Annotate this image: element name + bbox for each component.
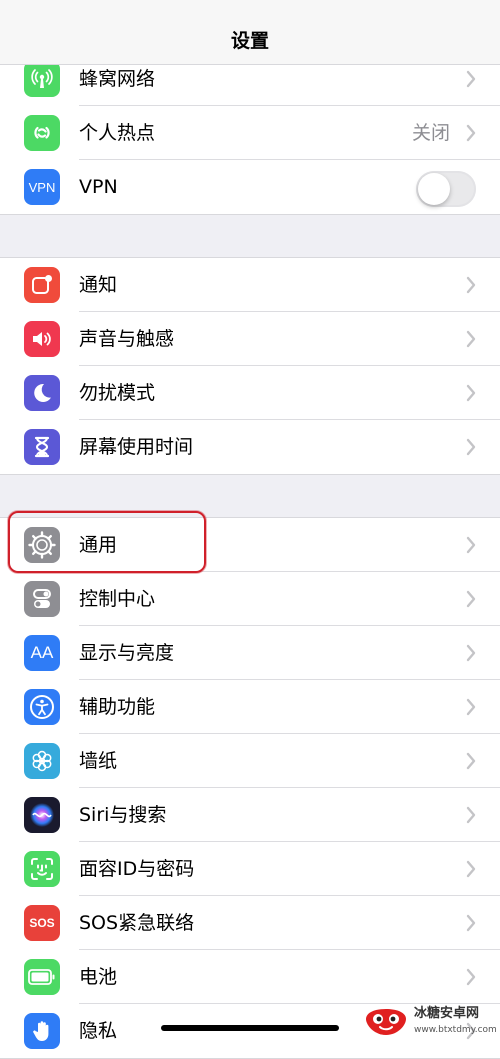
hand-icon [24,1013,60,1049]
settings-row-screentime[interactable]: 屏幕使用时间 [0,420,500,474]
general-label: 通用 [79,534,118,556]
watermark-logo-icon [366,1009,406,1035]
hotspot-label: 个人热点 [79,122,156,144]
battery-label: 电池 [79,966,118,988]
notifications-label: 通知 [79,274,118,296]
flower-icon [24,743,60,779]
page-title: 设置 [230,29,269,52]
settings-row-faceid[interactable]: 面容ID与密码 [0,842,500,896]
chevron-right-icon [466,70,476,88]
settings-row-general[interactable]: 通用 [0,518,500,572]
watermark-url: www.btxtdmy.com [414,1025,497,1035]
chevron-right-icon [466,536,476,554]
network-group: 蜂窝网络 个人热点 关闭 VPN VPN [0,52,500,215]
settings-row-hotspot[interactable]: 个人热点 关闭 [0,106,500,160]
privacy-label: 隐私 [79,1020,118,1042]
settings-row-dnd[interactable]: 勿扰模式 [0,366,500,420]
chevron-right-icon [466,698,476,716]
moon-icon [24,375,60,411]
settings-row-vpn[interactable]: VPN VPN [0,160,500,214]
faceid-label: 面容ID与密码 [79,858,195,880]
dnd-label: 勿扰模式 [79,382,156,404]
chevron-right-icon [466,330,476,348]
home-indicator[interactable] [161,1025,339,1031]
chevron-right-icon [466,644,476,662]
chevron-right-icon [466,124,476,142]
cellular-icon [24,61,60,97]
hotspot-status: 关闭 [411,122,450,144]
settings-row-wallpaper[interactable]: 墙纸 [0,734,500,788]
chevron-right-icon [466,968,476,986]
chevron-right-icon [466,590,476,608]
display-label: 显示与亮度 [79,642,175,664]
vpn-toggle[interactable] [416,171,476,207]
sounds-label: 声音与触感 [79,328,175,350]
speaker-icon [24,321,60,357]
sos-icon: SOS [24,905,60,941]
settings-row-display[interactable]: AA 显示与亮度 [0,626,500,680]
siri-icon [24,797,60,833]
settings-row-accessibility[interactable]: 辅助功能 [0,680,500,734]
screentime-label: 屏幕使用时间 [79,436,194,458]
siri-label: Siri与搜索 [79,804,167,826]
chevron-right-icon [466,384,476,402]
text-size-icon: AA [24,635,60,671]
accessibility-icon [24,689,60,725]
settings-row-control-center[interactable]: 控制中心 [0,572,500,626]
chevron-right-icon [466,752,476,770]
nav-bar: 设置 [0,0,500,65]
toggles-icon [24,581,60,617]
faceid-icon [24,851,60,887]
settings-list: 蜂窝网络 个人热点 关闭 VPN VPN 通知 声音与触感 勿扰模式 屏幕使用时… [0,52,500,1059]
battery-icon [24,959,60,995]
chevron-right-icon [466,276,476,294]
chevron-right-icon [466,806,476,824]
settings-row-notifications[interactable]: 通知 [0,258,500,312]
sos-label: SOS紧急联络 [79,912,195,934]
vpn-label: VPN [79,176,118,198]
notifications-group: 通知 声音与触感 勿扰模式 屏幕使用时间 [0,257,500,475]
wallpaper-label: 墙纸 [79,750,118,772]
general-group: 通用 控制中心 AA 显示与亮度 辅助功能 墙纸 Siri与搜索 面容ID与密码… [0,517,500,1059]
chevron-right-icon [466,438,476,456]
settings-row-siri[interactable]: Siri与搜索 [0,788,500,842]
watermark: 冰糖安卓网 www.btxtdmy.com [362,1002,498,1042]
settings-row-sounds[interactable]: 声音与触感 [0,312,500,366]
control-center-label: 控制中心 [79,588,156,610]
notifications-icon [24,267,60,303]
hotspot-icon [24,115,60,151]
vpn-icon: VPN [24,169,60,205]
chevron-right-icon [466,860,476,878]
accessibility-label: 辅助功能 [79,696,156,718]
settings-row-battery[interactable]: 电池 [0,950,500,1004]
watermark-name: 冰糖安卓网 [414,1006,480,1021]
gear-icon [24,527,60,563]
hourglass-icon [24,429,60,465]
settings-row-sos[interactable]: SOS SOS紧急联络 [0,896,500,950]
chevron-right-icon [466,914,476,932]
